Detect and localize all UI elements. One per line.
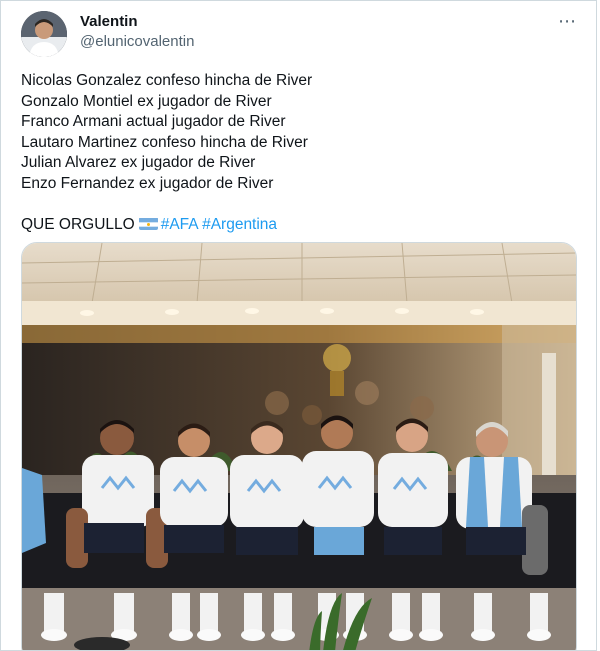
tweet-photo[interactable]: [21, 242, 577, 650]
team-photo-illustration: [22, 243, 576, 650]
tweet-card: Valentin @elunicovalentin ⋯ Nicolas Gonz…: [0, 0, 597, 651]
author-handle[interactable]: @elunicovalentin: [80, 33, 194, 50]
tweet-header: Valentin @elunicovalentin ⋯: [21, 11, 581, 57]
more-options-icon[interactable]: ⋯: [558, 11, 577, 32]
tweet-line: Gonzalo Montiel ex jugador de River: [21, 92, 272, 110]
closing-line: QUE ORGULLO #AFA #Argentina: [21, 215, 581, 236]
hashtag-argentina[interactable]: #Argentina: [202, 216, 277, 233]
line-spacer: [21, 194, 581, 215]
closing-text: QUE ORGULLO: [21, 215, 135, 233]
avatar-icon: [21, 11, 67, 57]
tweet-line: Franco Armani actual jugador de River: [21, 113, 286, 130]
author-display-name[interactable]: Valentin: [80, 13, 138, 30]
argentina-flag-icon: [138, 217, 158, 230]
tweet-line: Lautaro Martinez confeso hincha de River: [21, 133, 308, 151]
tweet-line: Nicolas Gonzalez confeso hincha de River: [21, 72, 313, 89]
hashtag-afa[interactable]: #AFA: [161, 216, 198, 233]
tweet-line: Julian Alvarez ex jugador de River: [21, 154, 256, 171]
author-avatar[interactable]: [21, 11, 67, 57]
tweet-line: Enzo Fernandez ex jugador de River: [21, 174, 274, 192]
tweet-body: Nicolas Gonzalez confeso hincha de River…: [21, 71, 581, 235]
